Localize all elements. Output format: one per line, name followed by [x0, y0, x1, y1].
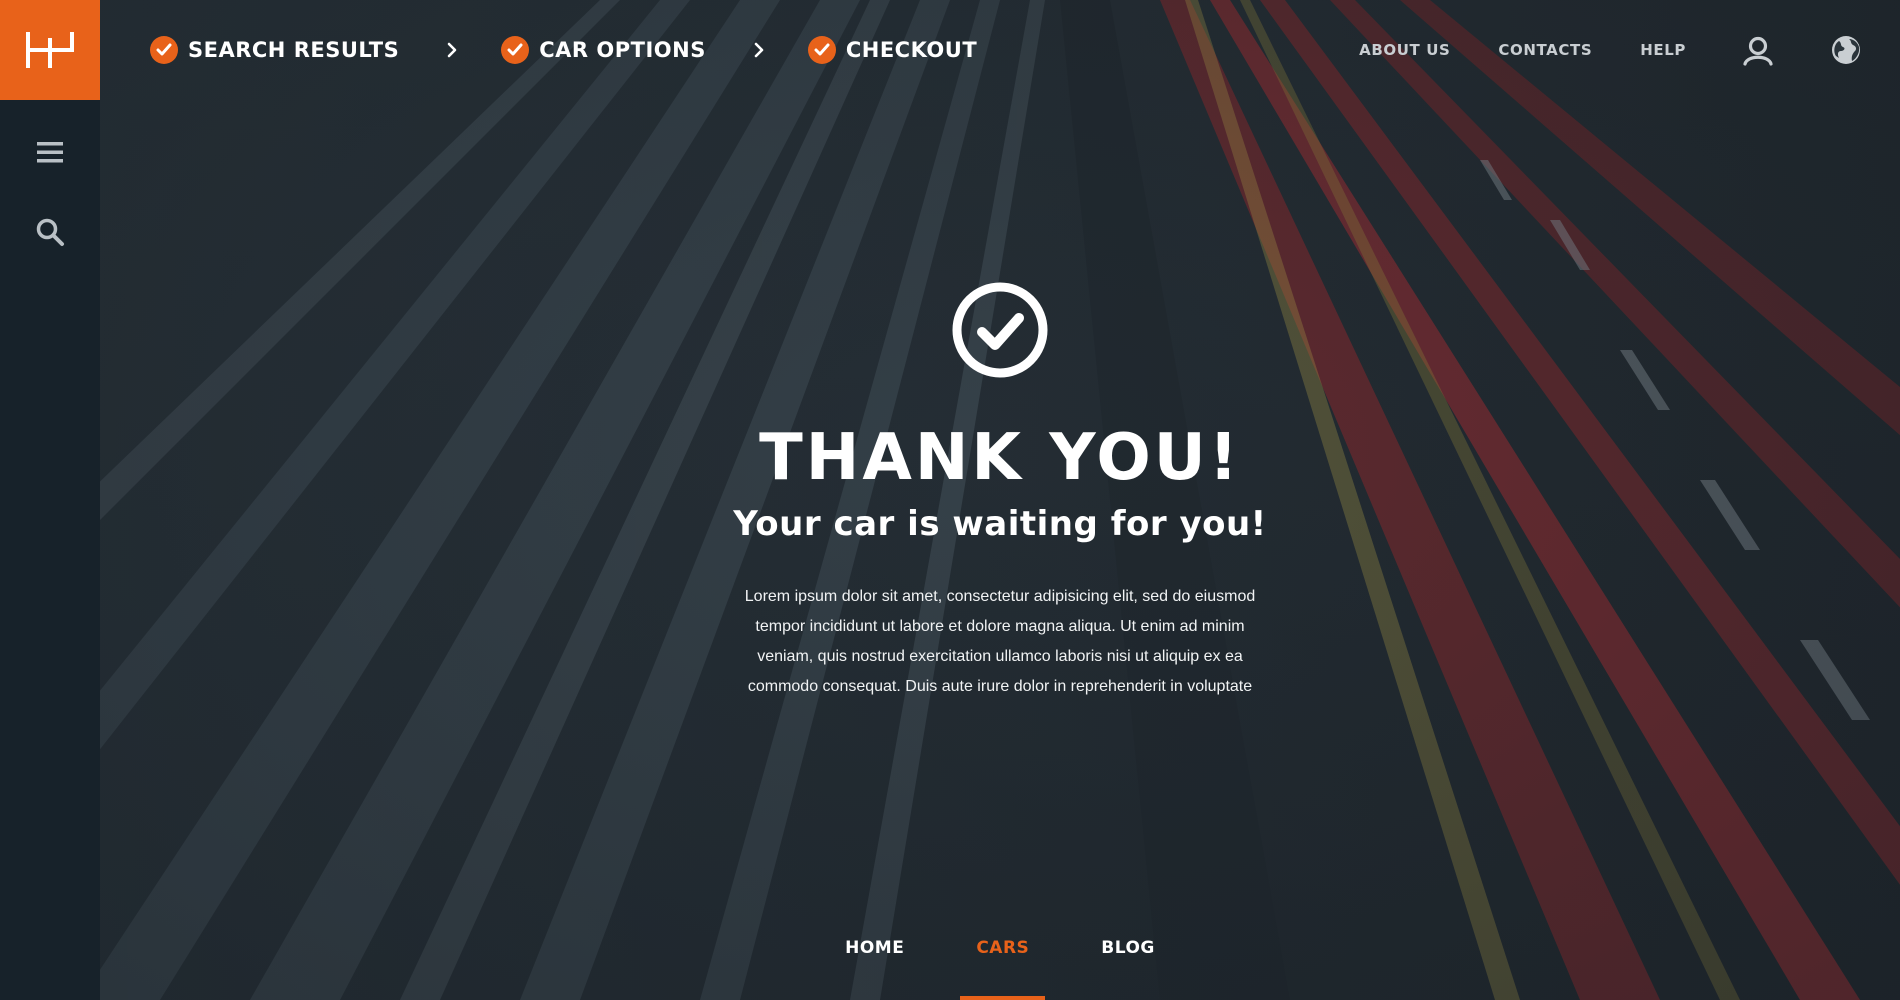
step-label: CAR OPTIONS [539, 38, 706, 62]
user-account-button[interactable] [1742, 34, 1774, 66]
bottom-nav-home[interactable]: HOME [845, 920, 904, 1000]
page-subtitle: Your car is waiting for you! [733, 504, 1267, 544]
step-search-results[interactable]: SEARCH RESULTS [150, 36, 399, 64]
top-navigation: ABOUT US CONTACTS HELP [1311, 34, 1862, 66]
brand-logo[interactable] [0, 0, 100, 100]
nav-help[interactable]: HELP [1640, 41, 1686, 59]
confirmation-text: Lorem ipsum dolor sit amet, consectetur … [744, 588, 1256, 695]
page-title: THANK YOU! [759, 421, 1241, 495]
step-label: CHECKOUT [845, 38, 978, 62]
sidebar-search-button[interactable] [0, 192, 100, 272]
bottom-nav-cars[interactable]: CARS [960, 920, 1046, 1000]
sidebar [0, 0, 100, 1000]
globe-icon [1832, 36, 1860, 64]
language-button[interactable] [1830, 34, 1862, 66]
user-icon [1743, 36, 1773, 66]
check-circle-icon [807, 36, 836, 64]
checkout-steps: SEARCH RESULTS CAR OPTIONS CHECKOUT [150, 36, 977, 64]
step-car-options[interactable]: CAR OPTIONS [501, 36, 706, 64]
nav-contacts[interactable]: CONTACTS [1498, 41, 1592, 59]
confirmation-panel: THANK YOU! Your car is waiting for you! … [100, 280, 1900, 702]
step-checkout[interactable]: CHECKOUT [807, 36, 978, 64]
brand-monogram-icon [26, 32, 74, 68]
sidebar-menu-button[interactable] [0, 112, 100, 192]
check-circle-icon [150, 36, 178, 64]
check-circle-icon [501, 36, 530, 64]
step-label: SEARCH RESULTS [188, 38, 400, 62]
success-check-icon [952, 282, 1048, 378]
bottom-navigation: HOME CARS BLOG [100, 920, 1900, 1000]
chevron-right-icon [447, 42, 457, 58]
search-icon [36, 218, 64, 246]
menu-icon [37, 142, 63, 163]
chevron-right-icon [754, 42, 764, 58]
bottom-nav-blog[interactable]: BLOG [1101, 920, 1155, 1000]
nav-about-us[interactable]: ABOUT US [1359, 41, 1450, 59]
